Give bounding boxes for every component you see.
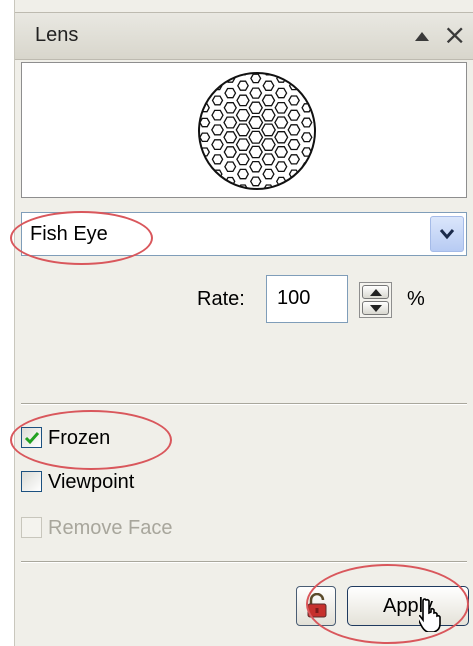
hexagon-cell (248, 130, 264, 144)
hexagon-cell (249, 176, 262, 187)
hexagon-cell (301, 117, 313, 128)
hexagon-cell (188, 126, 196, 134)
panel-title: Lens (35, 24, 79, 46)
hexagon-cell (274, 116, 289, 129)
hexagon-cell (236, 168, 250, 180)
hexagon-cell (211, 139, 224, 151)
hexagon-cell (223, 116, 238, 129)
hexagon-cell (261, 153, 276, 166)
hexagon-cell (235, 108, 251, 122)
hexagon-cell (287, 124, 301, 136)
hexagon-cell (287, 154, 301, 165)
hexagon-cell (262, 80, 275, 91)
viewpoint-checkbox[interactable] (21, 471, 42, 492)
hexagon-cell (199, 132, 211, 143)
panel-title-bar: Lens × (15, 12, 473, 60)
lens-preview (21, 62, 467, 198)
highlight-ring (10, 211, 153, 265)
remove-face-label: Remove Face (48, 517, 173, 539)
hexagon-cell (224, 87, 237, 99)
rate-spinner[interactable] (359, 282, 392, 318)
hexagon-cell (236, 94, 250, 107)
remove-face-checkbox (21, 517, 42, 538)
hexagon-cell (223, 146, 237, 158)
hexagon-cell (314, 110, 315, 120)
hexagon-cell (211, 109, 224, 121)
hexagon-cell (211, 154, 224, 165)
chevron-down-icon (439, 229, 455, 240)
hexagon-cell (314, 140, 315, 150)
hexagon-cell (274, 101, 289, 114)
hexagon-cell (211, 124, 224, 136)
rate-value: 100 (277, 287, 311, 309)
hexagon-cell (261, 108, 276, 122)
hexagon-cell (250, 73, 262, 84)
hexagon-cell (261, 94, 276, 107)
hexagon-cell (199, 162, 210, 172)
arrow-up-icon (370, 289, 382, 296)
hexagon-cell (223, 102, 237, 114)
hexagon-cell (261, 138, 276, 151)
separator (21, 403, 467, 405)
hexagon-cell (211, 95, 224, 106)
hexagon-cell (275, 87, 288, 99)
fish-eye-sphere-icon (188, 72, 316, 193)
hexagon-cell (287, 139, 301, 151)
viewpoint-label[interactable]: Viewpoint (48, 471, 134, 494)
hexagon-cell (236, 153, 250, 166)
hexagon-cell (249, 87, 263, 99)
hexagon-cell (274, 146, 289, 158)
hexagon-cell (248, 116, 264, 130)
hexagon-cell (224, 161, 237, 173)
hexagon-cell (199, 117, 211, 128)
dropdown-button[interactable] (430, 216, 464, 252)
rate-input[interactable]: 100 (266, 275, 348, 323)
lens-panel: Lens × Fish Eye Rate: 100 % Frozen Viewp… (10, 0, 473, 646)
hexagon-cell (199, 88, 210, 98)
hexagon-cell (288, 95, 300, 106)
hexagon-cell (235, 123, 251, 137)
hexagon-cell (261, 123, 276, 137)
triangle-up-icon[interactable] (410, 26, 434, 46)
hexagon-cell (223, 131, 238, 144)
hexagon-cell (235, 138, 251, 151)
spin-up-button[interactable] (362, 285, 389, 299)
hexagon-cell (248, 101, 263, 115)
highlight-ring (306, 564, 469, 644)
hexagon-cell (251, 192, 260, 193)
hexagon-cell (188, 141, 196, 149)
hexagon-cell (300, 132, 313, 143)
rate-label: Rate: (197, 288, 245, 310)
spin-down-button[interactable] (362, 301, 389, 315)
hexagon-cell (287, 109, 301, 121)
hexagon-cell (248, 145, 263, 159)
hexagon-cell (249, 160, 263, 173)
hexagon-cell (262, 168, 275, 180)
separator (21, 561, 467, 563)
hexagon-cell (237, 80, 249, 91)
rate-unit: % (407, 288, 425, 310)
hexagon-cell (275, 161, 288, 173)
highlight-ring (10, 410, 172, 470)
close-icon[interactable]: × (443, 21, 466, 49)
hexagon-cell (314, 125, 315, 135)
arrow-down-icon (370, 305, 382, 312)
hexagon-cell (274, 131, 289, 144)
